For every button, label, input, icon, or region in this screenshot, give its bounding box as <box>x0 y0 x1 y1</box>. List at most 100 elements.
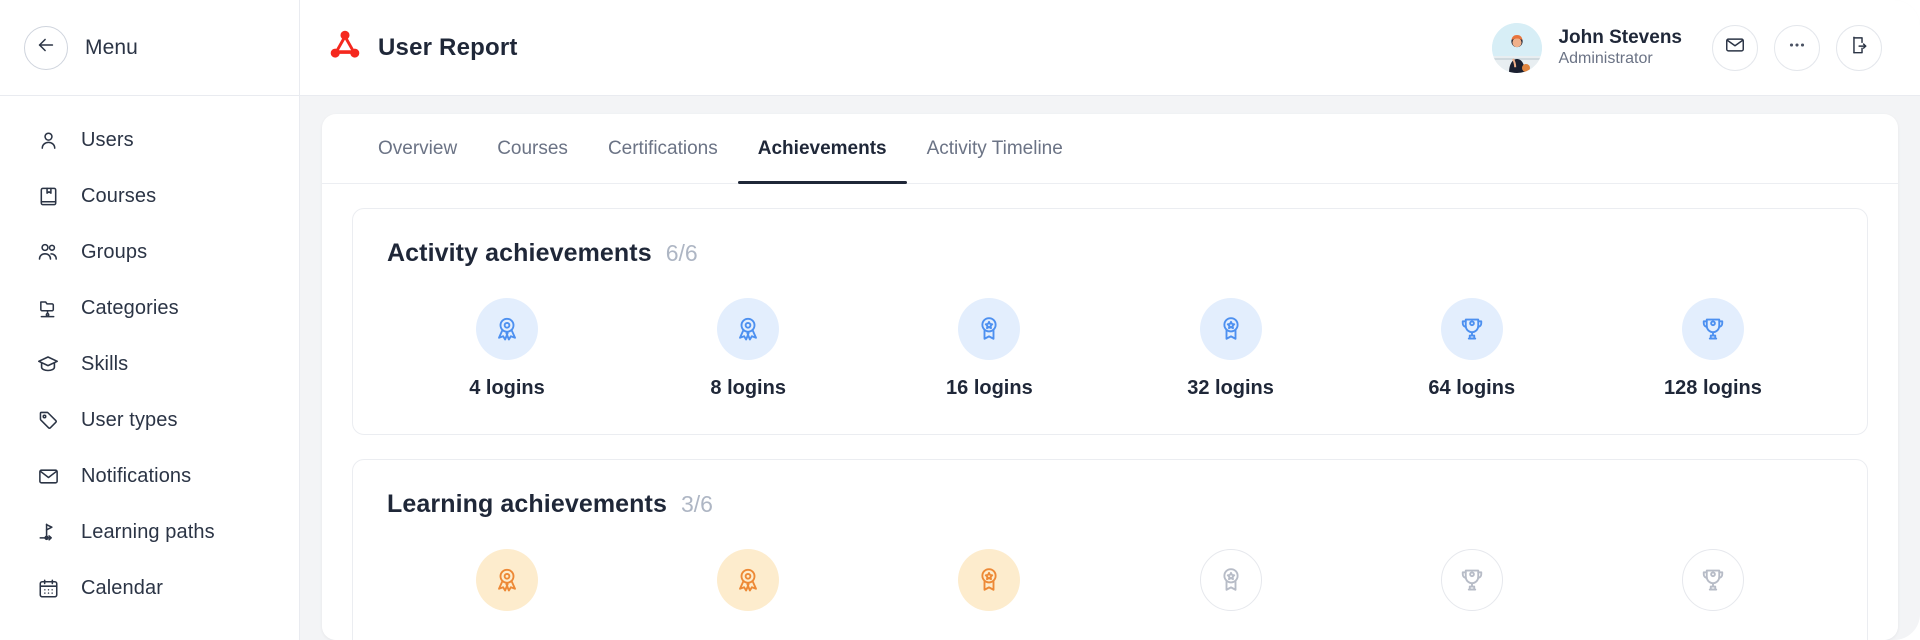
sidebar-item-categories[interactable]: Categories <box>0 280 299 336</box>
users-group-icon <box>36 240 60 264</box>
tab-bar: Overview Courses Certifications Achievem… <box>322 114 1898 184</box>
learning-achievements-card: Learning achievements 3/6 <box>352 459 1868 640</box>
envelope-icon <box>1724 34 1746 61</box>
sidebar-item-user-types[interactable]: User types <box>0 392 299 448</box>
menu-back-button[interactable] <box>24 25 68 70</box>
page-title: User Report <box>378 33 518 61</box>
achievement-label: 4 logins <box>469 377 545 399</box>
ellipsis-icon <box>1786 34 1808 61</box>
achievement-list: 4 logins 8 logins 16 logins 32 logins 64… <box>387 298 1833 400</box>
achievement-item[interactable]: 32 logins <box>1141 298 1321 400</box>
path-flag-icon <box>36 520 60 544</box>
section-title: Learning achievements <box>387 490 667 518</box>
achievement-item[interactable]: 4 logins <box>417 298 597 400</box>
brand: User Report <box>328 28 518 67</box>
achievement-item[interactable] <box>899 549 1079 628</box>
activity-achievements-card: Activity achievements 6/6 4 logins 8 log… <box>352 208 1868 435</box>
achievement-item[interactable] <box>1382 549 1562 628</box>
triangle-nodes-logo-icon <box>328 28 362 67</box>
achievement-list <box>387 549 1833 628</box>
sidebar-item-label: Groups <box>81 240 148 263</box>
medal-star-icon <box>958 298 1021 360</box>
graduation-cap-icon <box>36 352 60 376</box>
sidebar-nav: Users Courses Groups Categories Skills U… <box>0 96 299 616</box>
user-icon <box>36 128 60 152</box>
card-header: Learning achievements 3/6 <box>387 490 1833 519</box>
sidebar-item-label: Courses <box>81 184 157 207</box>
tag-icon <box>36 408 60 432</box>
sidebar-item-label: Users <box>81 128 134 151</box>
tab-achievements[interactable]: Achievements <box>737 114 907 184</box>
sidebar-item-label: Skills <box>81 352 129 375</box>
medal-star-icon <box>1199 549 1262 611</box>
medal-star-icon <box>1199 298 1262 360</box>
folder-tree-icon <box>36 296 60 320</box>
content-area: Overview Courses Certifications Achievem… <box>300 96 1920 640</box>
achievement-label: 32 logins <box>1187 377 1274 399</box>
menu-label: Menu <box>85 35 138 59</box>
achievement-label: 64 logins <box>1428 377 1516 399</box>
section-title: Activity achievements <box>387 239 652 267</box>
achievement-item[interactable]: 64 logins <box>1382 298 1562 400</box>
achievement-item[interactable]: 128 logins <box>1623 298 1803 400</box>
user-meta: John Stevens Administrator <box>1558 26 1682 70</box>
tab-certifications[interactable]: Certifications <box>588 114 738 183</box>
medal-star-icon <box>958 549 1021 611</box>
achievement-label: 16 logins <box>946 377 1033 399</box>
trophy-icon <box>1440 298 1503 360</box>
tab-activity-timeline[interactable]: Activity Timeline <box>907 114 1083 183</box>
topbar: User Report John Stevens Administrator <box>300 0 1920 96</box>
app-window: Menu Users Courses Groups Categories Ski… <box>0 0 1920 640</box>
sidebar-item-users[interactable]: Users <box>0 112 299 168</box>
user-role: Administrator <box>1558 50 1653 68</box>
section-count: 3/6 <box>680 491 713 517</box>
section-count: 6/6 <box>665 240 698 266</box>
trophy-icon <box>1681 298 1744 360</box>
panel-body: Activity achievements 6/6 4 logins 8 log… <box>322 184 1898 640</box>
user-name: John Stevens <box>1558 26 1682 48</box>
user-profile[interactable]: John Stevens Administrator <box>1492 22 1682 73</box>
achievement-item[interactable] <box>1141 549 1321 628</box>
sidebar-item-label: Calendar <box>81 576 163 599</box>
avatar <box>1492 22 1543 73</box>
achievement-item[interactable]: 16 logins <box>899 298 1079 400</box>
achievement-label: 8 logins <box>710 377 786 399</box>
arrow-left-icon <box>35 34 57 61</box>
trophy-icon <box>1681 549 1744 611</box>
sidebar-item-label: Categories <box>81 296 179 319</box>
ribbon-award-icon <box>476 549 538 611</box>
sidebar-item-skills[interactable]: Skills <box>0 336 299 392</box>
ribbon-award-icon <box>717 298 780 360</box>
more-options-button[interactable] <box>1774 24 1820 71</box>
report-panel: Overview Courses Certifications Achievem… <box>322 114 1898 640</box>
trophy-icon <box>1440 549 1503 611</box>
ribbon-award-icon <box>476 298 538 360</box>
sidebar-header: Menu <box>0 0 299 96</box>
sidebar: Menu Users Courses Groups Categories Ski… <box>0 0 300 640</box>
card-header: Activity achievements 6/6 <box>387 239 1833 268</box>
topbar-actions: John Stevens Administrator <box>1492 22 1882 73</box>
achievement-item[interactable]: 8 logins <box>658 298 838 400</box>
sidebar-item-groups[interactable]: Groups <box>0 224 299 280</box>
sidebar-item-notifications[interactable]: Notifications <box>0 448 299 504</box>
tab-courses[interactable]: Courses <box>477 114 588 183</box>
achievement-item[interactable] <box>1623 549 1803 628</box>
sidebar-item-label: Notifications <box>81 464 192 487</box>
calendar-icon <box>36 576 60 600</box>
achievement-item[interactable] <box>417 549 597 628</box>
sidebar-item-learning-paths[interactable]: Learning paths <box>0 504 299 560</box>
book-icon <box>36 184 60 208</box>
ribbon-award-icon <box>717 549 780 611</box>
sidebar-item-courses[interactable]: Courses <box>0 168 299 224</box>
achievement-item[interactable] <box>658 549 838 628</box>
envelope-icon <box>36 464 60 488</box>
achievement-label: 128 logins <box>1664 377 1762 399</box>
messages-button[interactable] <box>1712 24 1758 71</box>
logout-icon <box>1848 34 1870 61</box>
tab-overview[interactable]: Overview <box>358 114 477 183</box>
sidebar-item-label: Learning paths <box>81 520 215 543</box>
logout-button[interactable] <box>1836 24 1882 71</box>
main-area: User Report John Stevens Administrator O… <box>300 0 1920 640</box>
sidebar-item-calendar[interactable]: Calendar <box>0 560 299 616</box>
sidebar-item-label: User types <box>81 408 178 431</box>
